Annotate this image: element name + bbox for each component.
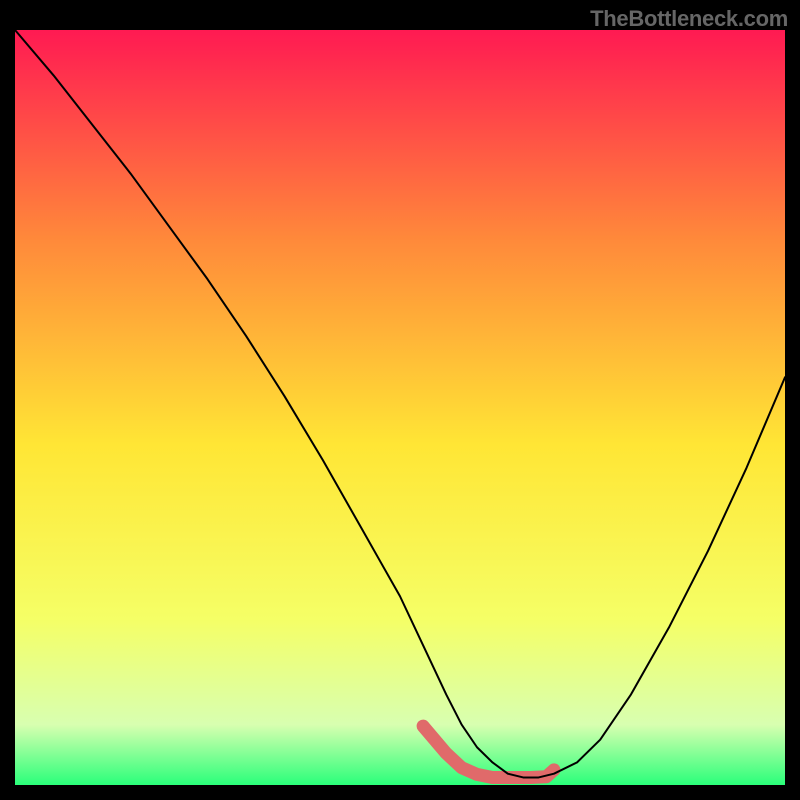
plot-area [15,30,785,785]
watermark-text: TheBottleneck.com [590,6,788,32]
gradient-background [15,30,785,785]
chart-frame: TheBottleneck.com [0,0,800,800]
chart-svg [15,30,785,785]
